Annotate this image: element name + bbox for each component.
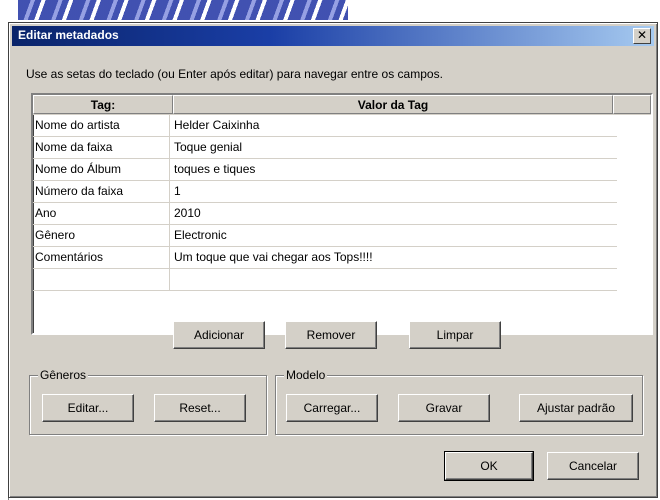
template-group: Modelo Carregar... Gravar Ajustar padrão	[275, 368, 643, 435]
table-header: Tag: Valor da Tag	[33, 95, 651, 115]
value-cell[interactable]: 2010	[171, 203, 617, 224]
value-cell[interactable]: 1	[171, 181, 617, 202]
background-decoration	[18, 0, 348, 20]
tag-cell[interactable]: Gênero	[33, 225, 170, 246]
tag-cell[interactable]: Nome do Álbum	[33, 159, 170, 180]
column-header-value[interactable]: Valor da Tag	[173, 95, 613, 114]
cancel-button[interactable]: Cancelar	[547, 452, 639, 480]
background-app-strip	[0, 0, 660, 22]
table-row[interactable]: Comentários Um toque que vai chegar aos …	[33, 247, 617, 269]
table-row[interactable]: Gênero Electronic	[33, 225, 617, 247]
metadata-table: Tag: Valor da Tag Nome do artista Helder…	[31, 93, 653, 335]
value-cell[interactable]: Toque genial	[171, 137, 617, 158]
ok-button[interactable]: OK	[444, 451, 534, 481]
tag-cell[interactable]: Nome da faixa	[33, 137, 170, 158]
table-row-empty[interactable]	[33, 269, 617, 291]
tag-cell[interactable]: Ano	[33, 203, 170, 224]
table-row[interactable]: Nome da faixa Toque genial	[33, 137, 617, 159]
genres-group: Gêneros Editar... Reset...	[29, 368, 267, 435]
value-cell[interactable]	[171, 269, 617, 290]
column-header-filler	[613, 95, 651, 114]
reset-genres-button[interactable]: Reset...	[154, 394, 246, 422]
clear-button[interactable]: Limpar	[409, 321, 501, 349]
genres-group-label: Gêneros	[38, 368, 89, 382]
tag-cell[interactable]	[33, 269, 170, 290]
close-icon[interactable]: ✕	[633, 28, 651, 44]
tag-cell[interactable]: Nome do artista	[33, 115, 170, 136]
table-row[interactable]: Número da faixa 1	[33, 181, 617, 203]
value-cell[interactable]: Electronic	[171, 225, 617, 246]
remove-button[interactable]: Remover	[285, 321, 377, 349]
edit-metadata-dialog: Editar metadados ✕ Use as setas do tecla…	[8, 22, 658, 498]
edit-genres-button[interactable]: Editar...	[42, 394, 134, 422]
tag-cell[interactable]: Número da faixa	[33, 181, 170, 202]
set-default-template-button[interactable]: Ajustar padrão	[519, 394, 633, 422]
value-cell[interactable]: toques e tiques	[171, 159, 617, 180]
column-header-tag[interactable]: Tag:	[33, 95, 173, 114]
dialog-title: Editar metadados	[18, 28, 119, 42]
table-row[interactable]: Ano 2010	[33, 203, 617, 225]
table-row[interactable]: Nome do Álbum toques e tiques	[33, 159, 617, 181]
save-template-button[interactable]: Gravar	[398, 394, 490, 422]
title-bar[interactable]: Editar metadados ✕	[12, 26, 654, 46]
add-button[interactable]: Adicionar	[173, 321, 265, 349]
template-group-label: Modelo	[284, 368, 328, 382]
table-row[interactable]: Nome do artista Helder Caixinha	[33, 115, 617, 137]
load-template-button[interactable]: Carregar...	[286, 394, 378, 422]
value-cell[interactable]: Helder Caixinha	[171, 115, 617, 136]
value-cell[interactable]: Um toque que vai chegar aos Tops!!!!	[171, 247, 617, 268]
tag-cell[interactable]: Comentários	[33, 247, 170, 268]
table-rows: Nome do artista Helder Caixinha Nome da …	[33, 115, 617, 291]
instructions-text: Use as setas do teclado (ou Enter após e…	[26, 67, 443, 81]
